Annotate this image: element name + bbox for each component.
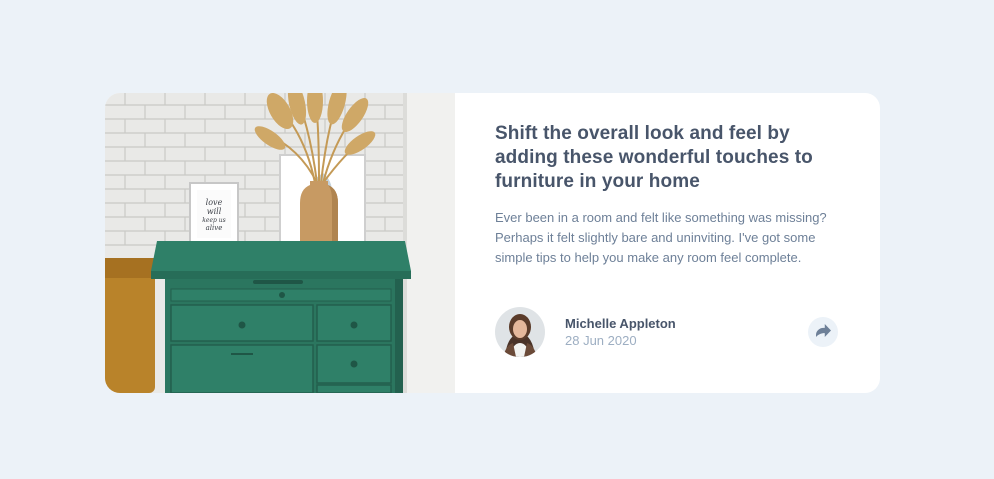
author-info: Michelle Appleton 28 Jun 2020: [495, 307, 676, 357]
frame-line-2: will: [207, 207, 222, 216]
publish-date: 28 Jun 2020: [565, 332, 637, 348]
article-preview-card: love will keep us alive Shift the overal…: [105, 93, 880, 393]
share-arrow-icon: [815, 324, 831, 340]
article-excerpt: Ever been in a room and felt like someth…: [495, 210, 827, 265]
frame-line-1: love: [206, 198, 223, 207]
avatar: [495, 307, 545, 357]
author-name: Michelle Appleton: [565, 315, 676, 331]
article-image: love will keep us alive: [105, 93, 455, 393]
frame-line-4: alive: [206, 224, 223, 232]
article-headline[interactable]: Shift the overall look and feel by addin…: [495, 122, 840, 194]
share-button[interactable]: [808, 317, 838, 347]
article-content: Shift the overall look and feel by addin…: [455, 93, 880, 393]
frame-line-3: keep us: [202, 217, 225, 224]
